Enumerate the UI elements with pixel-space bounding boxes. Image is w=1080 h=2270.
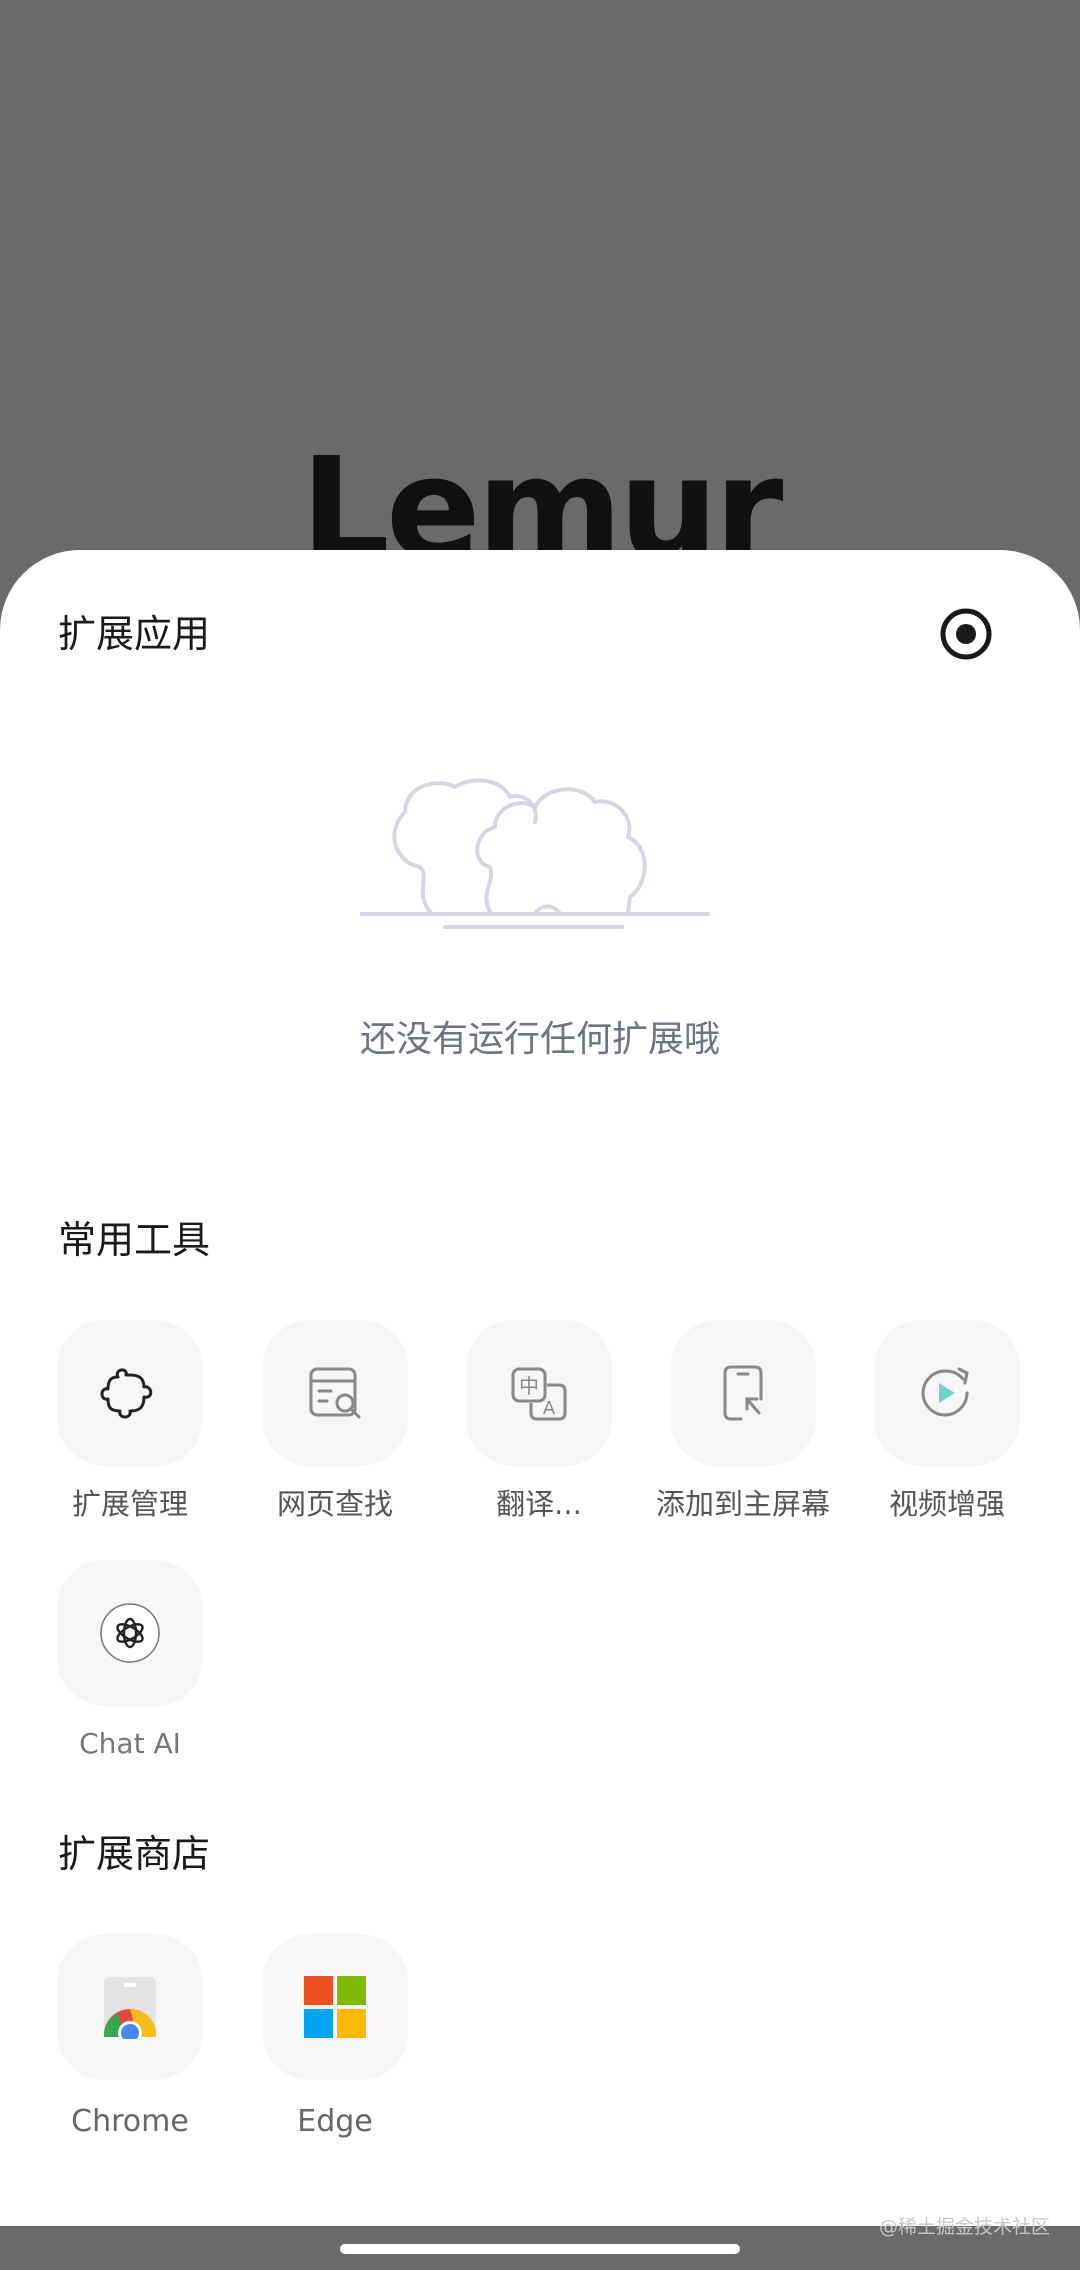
tool-tile (262, 1320, 408, 1466)
tool-extension-manager[interactable]: 扩展管理 (35, 1320, 225, 1524)
tool-label: 网页查找 (276, 1487, 393, 1521)
tool-label: 扩展管理 (71, 1487, 188, 1521)
store-edge[interactable]: Edge (240, 1934, 430, 2142)
svg-text:A: A (543, 1398, 556, 1419)
watermark: @稀土掘金技术社区 (878, 2216, 1050, 2238)
store-section-title: 扩展商店 (58, 1832, 211, 1876)
web-search-icon (309, 1367, 361, 1419)
edge-store-icon (304, 1976, 366, 2038)
store-chrome[interactable]: Chrome (35, 1934, 225, 2142)
cloud-trees-icon (358, 772, 720, 932)
tool-video-enhance[interactable]: 视频增强 (852, 1320, 1042, 1524)
tool-tile (57, 1560, 203, 1706)
extensions-sheet: 扩展应用 还没有运行任何扩展哦 常用工具 扩展管理 网页查找 中 A 翻译...… (0, 550, 1080, 2226)
tool-translate[interactable]: 中 A 翻译... (444, 1320, 634, 1524)
video-enhance-icon (921, 1367, 969, 1417)
chrome-store-icon (104, 1977, 156, 2039)
store-tile (262, 1934, 408, 2080)
tool-label: Chat AI (79, 1727, 181, 1760)
translate-icon: 中 A (511, 1367, 567, 1421)
puzzle-icon (100, 1368, 153, 1419)
svg-text:中: 中 (519, 1374, 539, 1398)
tool-label: 添加到主屏幕 (655, 1487, 830, 1521)
store-label: Chrome (71, 2104, 189, 2139)
empty-state-text: 还没有运行任何扩展哦 (359, 1019, 720, 1060)
tool-tile: 中 A (466, 1320, 612, 1466)
store-tile (57, 1934, 203, 2080)
lemur-logo: Lemur (300, 440, 784, 560)
store-label: Edge (297, 2104, 373, 2139)
tool-label: 视频增强 (888, 1487, 1005, 1521)
tool-tile (874, 1320, 1020, 1466)
sheet-title: 扩展应用 (58, 612, 211, 656)
tool-add-to-home[interactable]: 添加到主屏幕 (648, 1320, 838, 1524)
record-icon[interactable] (938, 606, 994, 662)
tool-label: 翻译... (496, 1487, 582, 1521)
tool-chat-ai[interactable]: Chat AI (35, 1560, 225, 1764)
tool-tile (670, 1320, 816, 1466)
home-indicator[interactable] (340, 2244, 740, 2254)
tool-tile (57, 1320, 203, 1466)
add-to-home-icon (723, 1365, 763, 1421)
tool-web-search[interactable]: 网页查找 (240, 1320, 430, 1524)
chat-ai-icon (100, 1603, 160, 1663)
tools-section-title: 常用工具 (58, 1218, 211, 1262)
